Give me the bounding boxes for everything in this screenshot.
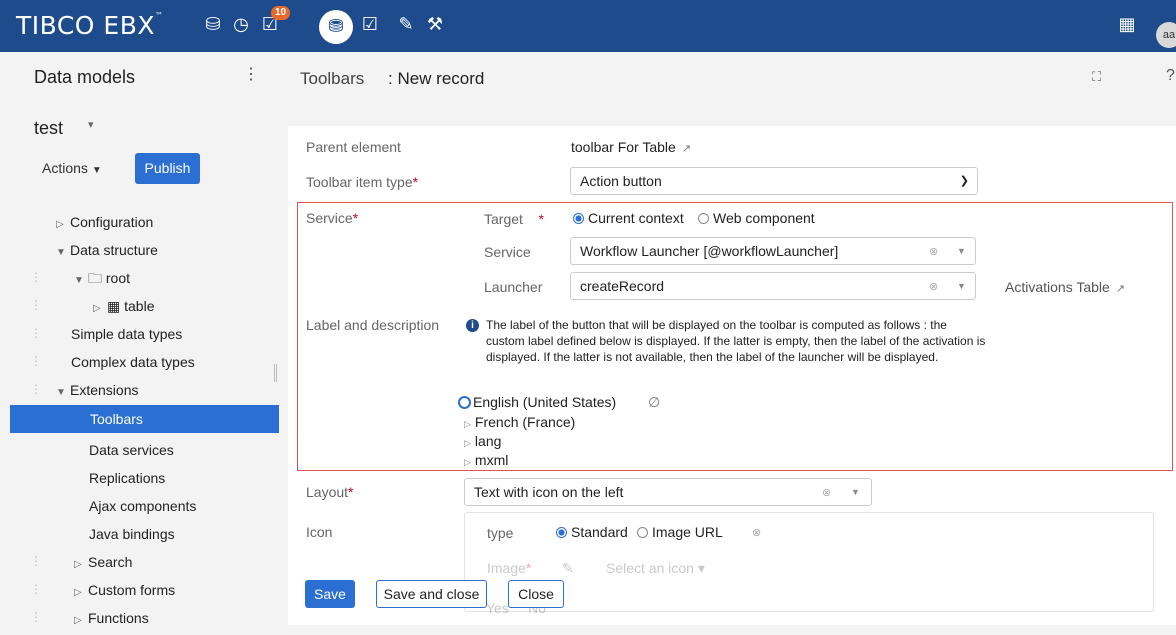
info-icon: i [466, 319, 479, 332]
toolbar-item-type-label: Toolbar item type* [306, 174, 419, 190]
tree-item-custom-forms[interactable]: ▷ Custom forms [74, 576, 175, 604]
layout-combo[interactable]: Text with icon on the left [464, 478, 872, 506]
drag-handle-icon[interactable]: ⋮ [30, 270, 42, 284]
caret-down-icon[interactable]: ▼ [957, 281, 966, 291]
drag-handle-icon[interactable]: ⋮ [30, 354, 42, 368]
tree-item-ajax-components[interactable]: Ajax components [89, 492, 196, 520]
publish-button[interactable]: Publish [135, 153, 200, 184]
image-select[interactable]: Select an icon ▾ [606, 560, 705, 577]
actions-button[interactable]: Actions ▼ [42, 160, 102, 176]
sidebar: Data models ⋮ test ▾ Actions ▼ Publish ▷… [0, 52, 280, 626]
drag-handle-icon[interactable]: ⋮ [30, 326, 42, 340]
image-label: Image* [487, 560, 532, 576]
toolbar-item-type-select[interactable]: Action button ❯ [570, 167, 978, 195]
caret-down-icon[interactable]: ▼ [851, 487, 860, 497]
database-icon[interactable]: ⛁ [200, 12, 226, 38]
drag-handle-icon[interactable]: ⋮ [30, 382, 42, 396]
close-button[interactable]: Close [508, 580, 564, 608]
tree-item-root[interactable]: ▼ 🗀 root [74, 264, 130, 292]
chevron-down-icon[interactable]: ▾ [88, 118, 94, 131]
tree-item-complex-types[interactable]: Complex data types [71, 348, 195, 376]
tree-item-data-services[interactable]: Data services [89, 436, 174, 464]
icon-label: Icon [306, 524, 333, 540]
drag-handle-icon[interactable]: ⋮ [30, 610, 42, 624]
drag-handle-icon[interactable]: ⋮ [30, 298, 42, 312]
table-icon: ▦ [107, 298, 121, 314]
target-current-context-radio[interactable]: Current context [573, 210, 684, 226]
empty-set-icon: ∅ [648, 394, 661, 410]
target-web-component-radio[interactable]: Web component [698, 210, 815, 226]
data-icon[interactable]: ⛃ [319, 10, 353, 44]
page-title: : New record [388, 69, 485, 88]
drag-handle-icon[interactable]: ⋮ [30, 582, 42, 596]
breadcrumb[interactable]: Toolbars [300, 69, 364, 89]
kebab-menu-icon[interactable]: ⋮ [243, 64, 259, 84]
tree-item-simple-types[interactable]: Simple data types [71, 320, 182, 348]
target-label: Target * [484, 211, 544, 227]
project-name[interactable]: test [34, 118, 63, 139]
launcher-combo[interactable]: createRecord [570, 272, 976, 300]
lang-item-mxml[interactable]: ▷ mxml [464, 452, 508, 468]
launcher-label: Launcher [484, 279, 543, 295]
lang-item-lang[interactable]: ▷ lang [464, 433, 501, 449]
tree-item-search[interactable]: ▷ Search [74, 548, 132, 576]
panel-splitter[interactable] [274, 364, 277, 382]
service-label: Service* [306, 210, 359, 226]
label-description-label: Label and description [306, 317, 440, 333]
tree-item-data-structure[interactable]: ▼ Data structure [56, 236, 158, 264]
grid-icon[interactable]: ▦ [1114, 12, 1140, 38]
service-field-label: Service [484, 244, 531, 260]
radio-icon [698, 213, 709, 224]
radio-icon [637, 527, 648, 538]
activations-table-link[interactable]: Activations Table ↗ [1005, 279, 1125, 295]
tree-item-replications[interactable]: Replications [89, 464, 165, 492]
clear-icon[interactable]: ⊗ [929, 245, 938, 258]
tree-item-configuration[interactable]: ▷ Configuration [56, 208, 153, 236]
parent-element-label: Parent element [306, 139, 401, 155]
notification-badge: 10 [271, 6, 291, 20]
top-bar: TIBCO EBX™ ⛁ ◷ ☑ 10 ⛃ ☑ ✎ ⚒ ▦ aa [0, 0, 1176, 52]
chevron-down-icon: ❯ [959, 175, 969, 187]
plugin-icon[interactable]: ✎ [393, 12, 419, 38]
folder-icon: 🗀 [88, 270, 102, 286]
clear-icon[interactable]: ⊗ [752, 526, 761, 539]
radio-selected-icon [573, 213, 584, 224]
wrench-icon[interactable]: ⚒ [422, 12, 448, 38]
drag-handle-icon[interactable]: ⋮ [30, 554, 42, 568]
clear-icon[interactable]: ⊗ [929, 280, 938, 293]
tree-item-table[interactable]: ▷ ▦ table [93, 292, 154, 320]
icon-type-standard-radio[interactable]: Standard [556, 524, 628, 540]
layout-label: Layout* [306, 484, 354, 500]
avatar[interactable]: aa [1156, 22, 1176, 48]
clear-icon[interactable]: ⊗ [822, 486, 831, 499]
image-picker-icon[interactable]: ✎ [562, 560, 574, 577]
lang-item-french[interactable]: ▷ French (France) [464, 414, 575, 430]
save-and-close-button[interactable]: Save and close [376, 580, 487, 608]
brand-logo: TIBCO EBX™ [16, 11, 164, 40]
expand-circle-icon [458, 396, 471, 409]
parent-element-link[interactable]: toolbar For Table ↗ [571, 139, 691, 155]
lang-item-english[interactable]: English (United States) [458, 394, 616, 410]
icon-type-label: type [487, 525, 514, 541]
radio-selected-icon [556, 527, 567, 538]
caret-down-icon[interactable]: ▼ [957, 246, 966, 256]
checklist-icon[interactable]: ☑ [357, 12, 383, 38]
expand-icon[interactable]: ⛶ [1092, 69, 1101, 85]
help-icon[interactable]: ? [1166, 67, 1175, 85]
hidden-yes-radio[interactable]: Yes [486, 600, 509, 616]
sidebar-title: Data models [34, 67, 136, 87]
clock-icon[interactable]: ◷ [228, 12, 254, 38]
icon-type-url-radio[interactable]: Image URL [637, 524, 723, 540]
tree-item-functions[interactable]: ▷ Functions [74, 604, 149, 632]
service-combo[interactable]: Workflow Launcher [@workflowLauncher] [570, 237, 976, 265]
save-button[interactable]: Save [305, 580, 355, 608]
tree-item-java-bindings[interactable]: Java bindings [89, 520, 175, 548]
main-header: Toolbars : New record ⛶ ? [280, 52, 1176, 104]
tree-item-toolbars[interactable]: Toolbars [10, 405, 279, 433]
external-link-icon: ↗ [1115, 283, 1126, 295]
info-text: The label of the button that will be dis… [486, 318, 986, 364]
external-link-icon: ↗ [681, 143, 692, 155]
tree-item-extensions[interactable]: ▼ Extensions [56, 376, 138, 404]
